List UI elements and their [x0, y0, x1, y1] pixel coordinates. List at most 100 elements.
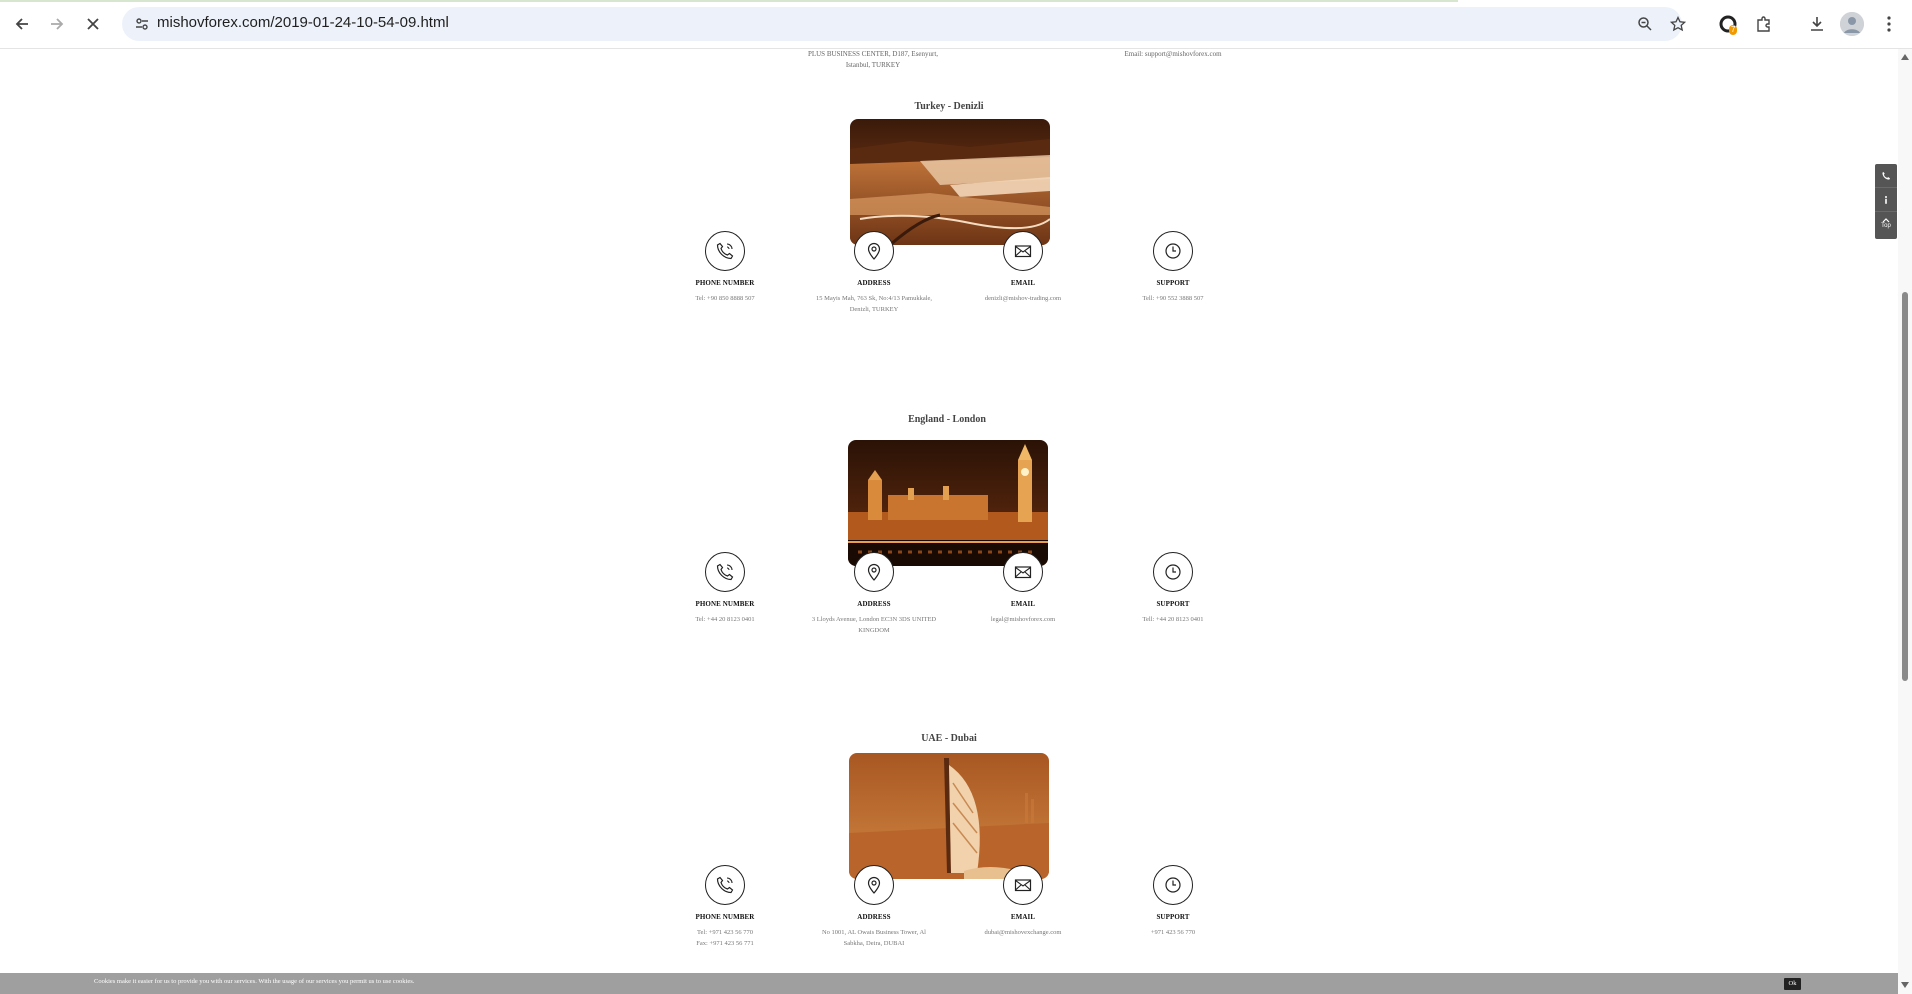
location-icon-circle	[854, 552, 894, 592]
phone-icon	[716, 242, 734, 260]
float-info-button[interactable]	[1875, 188, 1897, 212]
page-load-progress	[0, 0, 1458, 2]
triangle-up-icon	[1901, 54, 1909, 60]
top-label: Top	[1881, 223, 1891, 229]
email-value[interactable]: legal@mishovforex.com	[948, 614, 1098, 625]
phone-icon-circle	[705, 231, 745, 271]
address-value: No 1001, AL Owais Business Tower, Al Sab…	[799, 927, 949, 949]
puzzle-icon	[1757, 16, 1770, 32]
floating-side-tools: Top	[1875, 164, 1897, 239]
office-card-dubai: UAE - Dubai PHONE NUMBER Tel: +971 423 5…	[0, 733, 1898, 994]
phone-icon-circle	[705, 865, 745, 905]
envelope-icon	[1014, 879, 1032, 892]
email-info: EMAIL denizli@mishov-trading.com	[948, 231, 1098, 304]
previous-office-email: Email: support@mishovforex.com	[1124, 50, 1222, 58]
stop-loading-button[interactable]	[81, 12, 105, 36]
phone-info: PHONE NUMBER Tel: +971 423 56 770 Fax: +…	[650, 865, 800, 949]
address-bar[interactable]: mishovforex.com/2019-01-24-10-54-09.html	[122, 7, 1686, 41]
support-info: SUPPORT Tell: +44 20 8123 0401	[1098, 552, 1248, 625]
support-label: SUPPORT	[1156, 279, 1190, 287]
email-label: EMAIL	[1010, 600, 1036, 608]
avatar[interactable]	[1840, 12, 1864, 36]
info-icon	[1885, 195, 1887, 204]
address-line: 15 Mayis Mah, 763 Sk, No:4/13 Pamukkale,	[815, 295, 933, 302]
float-phone-button[interactable]	[1875, 164, 1897, 188]
web-page: PLUS BUSINESS CENTER, D187, Esenyurt, Is…	[0, 49, 1898, 994]
scroll-up-arrow[interactable]	[1900, 52, 1910, 62]
cookie-message: Cookies make it easier for us to provide…	[94, 978, 415, 985]
tune-icon	[136, 18, 148, 30]
clock-icon	[1165, 243, 1181, 259]
address-info: ADDRESS 15 Mayis Mah, 763 Sk, No:4/13 Pa…	[799, 231, 949, 315]
bookmark-button[interactable]	[1668, 14, 1688, 34]
fax-line: Fax: +971 423 56 771	[696, 940, 754, 947]
office-photo-denizli	[850, 119, 1050, 245]
site-info-button[interactable]	[132, 14, 152, 34]
burj-al-arab-image	[849, 753, 1049, 879]
address-label: ADDRESS	[857, 913, 891, 921]
zoom-button[interactable]	[1635, 14, 1655, 34]
location-pin-icon	[867, 876, 881, 894]
arrow-left-icon	[15, 18, 28, 30]
phone-icon	[1882, 171, 1890, 180]
address-label: ADDRESS	[857, 279, 891, 287]
support-value: Tell: +90 552 3888 507	[1142, 295, 1204, 302]
profile-icon	[1840, 12, 1864, 36]
browser-toolbar: mishovforex.com/2019-01-24-10-54-09.html…	[0, 0, 1912, 49]
office-photo-london	[848, 440, 1048, 566]
phone-value: Tel: +971 423 56 770 Fax: +971 423 56 77…	[650, 927, 800, 949]
forward-button[interactable]	[45, 12, 69, 36]
email-value[interactable]: denizli@mishov-trading.com	[948, 293, 1098, 304]
arrow-right-icon	[51, 18, 64, 30]
address-line: No 1001, AL Owais Business Tower, Al	[821, 929, 926, 936]
address-line: Sabkha, Deira, DUBAI	[843, 940, 905, 947]
vertical-scrollbar[interactable]	[1898, 49, 1912, 994]
address-info: ADDRESS No 1001, AL Owais Business Tower…	[799, 865, 949, 949]
star-icon	[1670, 16, 1686, 32]
downloads-button[interactable]	[1805, 12, 1829, 36]
phone-icon-circle	[705, 552, 745, 592]
clock-icon-circle	[1153, 231, 1193, 271]
cookie-ok-button[interactable]: Ok	[1784, 978, 1801, 990]
envelope-icon	[1014, 566, 1032, 579]
location-icon-circle	[854, 865, 894, 905]
phone-info: PHONE NUMBER Tel: +90 850 8888 507	[650, 231, 800, 304]
address-line: Istanbul, TURKEY	[845, 61, 901, 69]
previous-office-address: PLUS BUSINESS CENTER, D187, Esenyurt, Is…	[793, 49, 953, 71]
support-info: SUPPORT Tell: +90 552 3888 507	[1098, 231, 1248, 304]
support-label: SUPPORT	[1156, 600, 1190, 608]
back-button[interactable]	[10, 12, 34, 36]
email-value[interactable]: dubai@mishovexchange.com	[948, 927, 1098, 938]
envelope-icon-circle	[1003, 231, 1043, 271]
location-pin-icon	[867, 242, 881, 260]
browser-menu-button[interactable]	[1877, 12, 1901, 36]
download-icon	[1811, 17, 1823, 31]
office-title: Turkey - Denizli	[914, 101, 984, 112]
extension-button[interactable]: 7	[1716, 12, 1740, 36]
address-line: 3 Lloyds Avenue, London EC3N 3DS UNITED	[811, 616, 937, 623]
zoom-icon	[1638, 17, 1652, 31]
phone-icon	[716, 876, 734, 894]
scroll-down-arrow[interactable]	[1900, 980, 1910, 990]
address-line: KINGDOM	[858, 627, 890, 634]
phone-icon	[716, 563, 734, 581]
phone-value: Tel: +90 850 8888 507	[695, 295, 755, 302]
extensions-menu-button[interactable]	[1752, 12, 1776, 36]
location-pin-icon	[867, 563, 881, 581]
support-value: Tell: +44 20 8123 0401	[1142, 616, 1204, 623]
office-card-london: England - London PHONE NUMBER Tel: +44 2…	[0, 414, 1898, 714]
clock-icon	[1165, 564, 1181, 580]
email-info: EMAIL legal@mishovforex.com	[948, 552, 1098, 625]
location-icon-circle	[854, 231, 894, 271]
support-info: SUPPORT +971 423 56 770	[1098, 865, 1248, 938]
email-label: EMAIL	[1010, 279, 1036, 287]
triangle-down-icon	[1901, 982, 1909, 988]
scroll-to-top-button[interactable]: Top	[1875, 212, 1897, 236]
phone-line: Tel: +971 423 56 770	[697, 929, 753, 936]
url-text[interactable]: mishovforex.com/2019-01-24-10-54-09.html	[157, 14, 449, 31]
westminster-night-image	[848, 440, 1048, 566]
close-icon	[87, 18, 99, 30]
address-info: ADDRESS 3 Lloyds Avenue, London EC3N 3DS…	[799, 552, 949, 636]
phone-label: PHONE NUMBER	[695, 913, 755, 921]
scrollbar-thumb[interactable]	[1902, 292, 1908, 681]
